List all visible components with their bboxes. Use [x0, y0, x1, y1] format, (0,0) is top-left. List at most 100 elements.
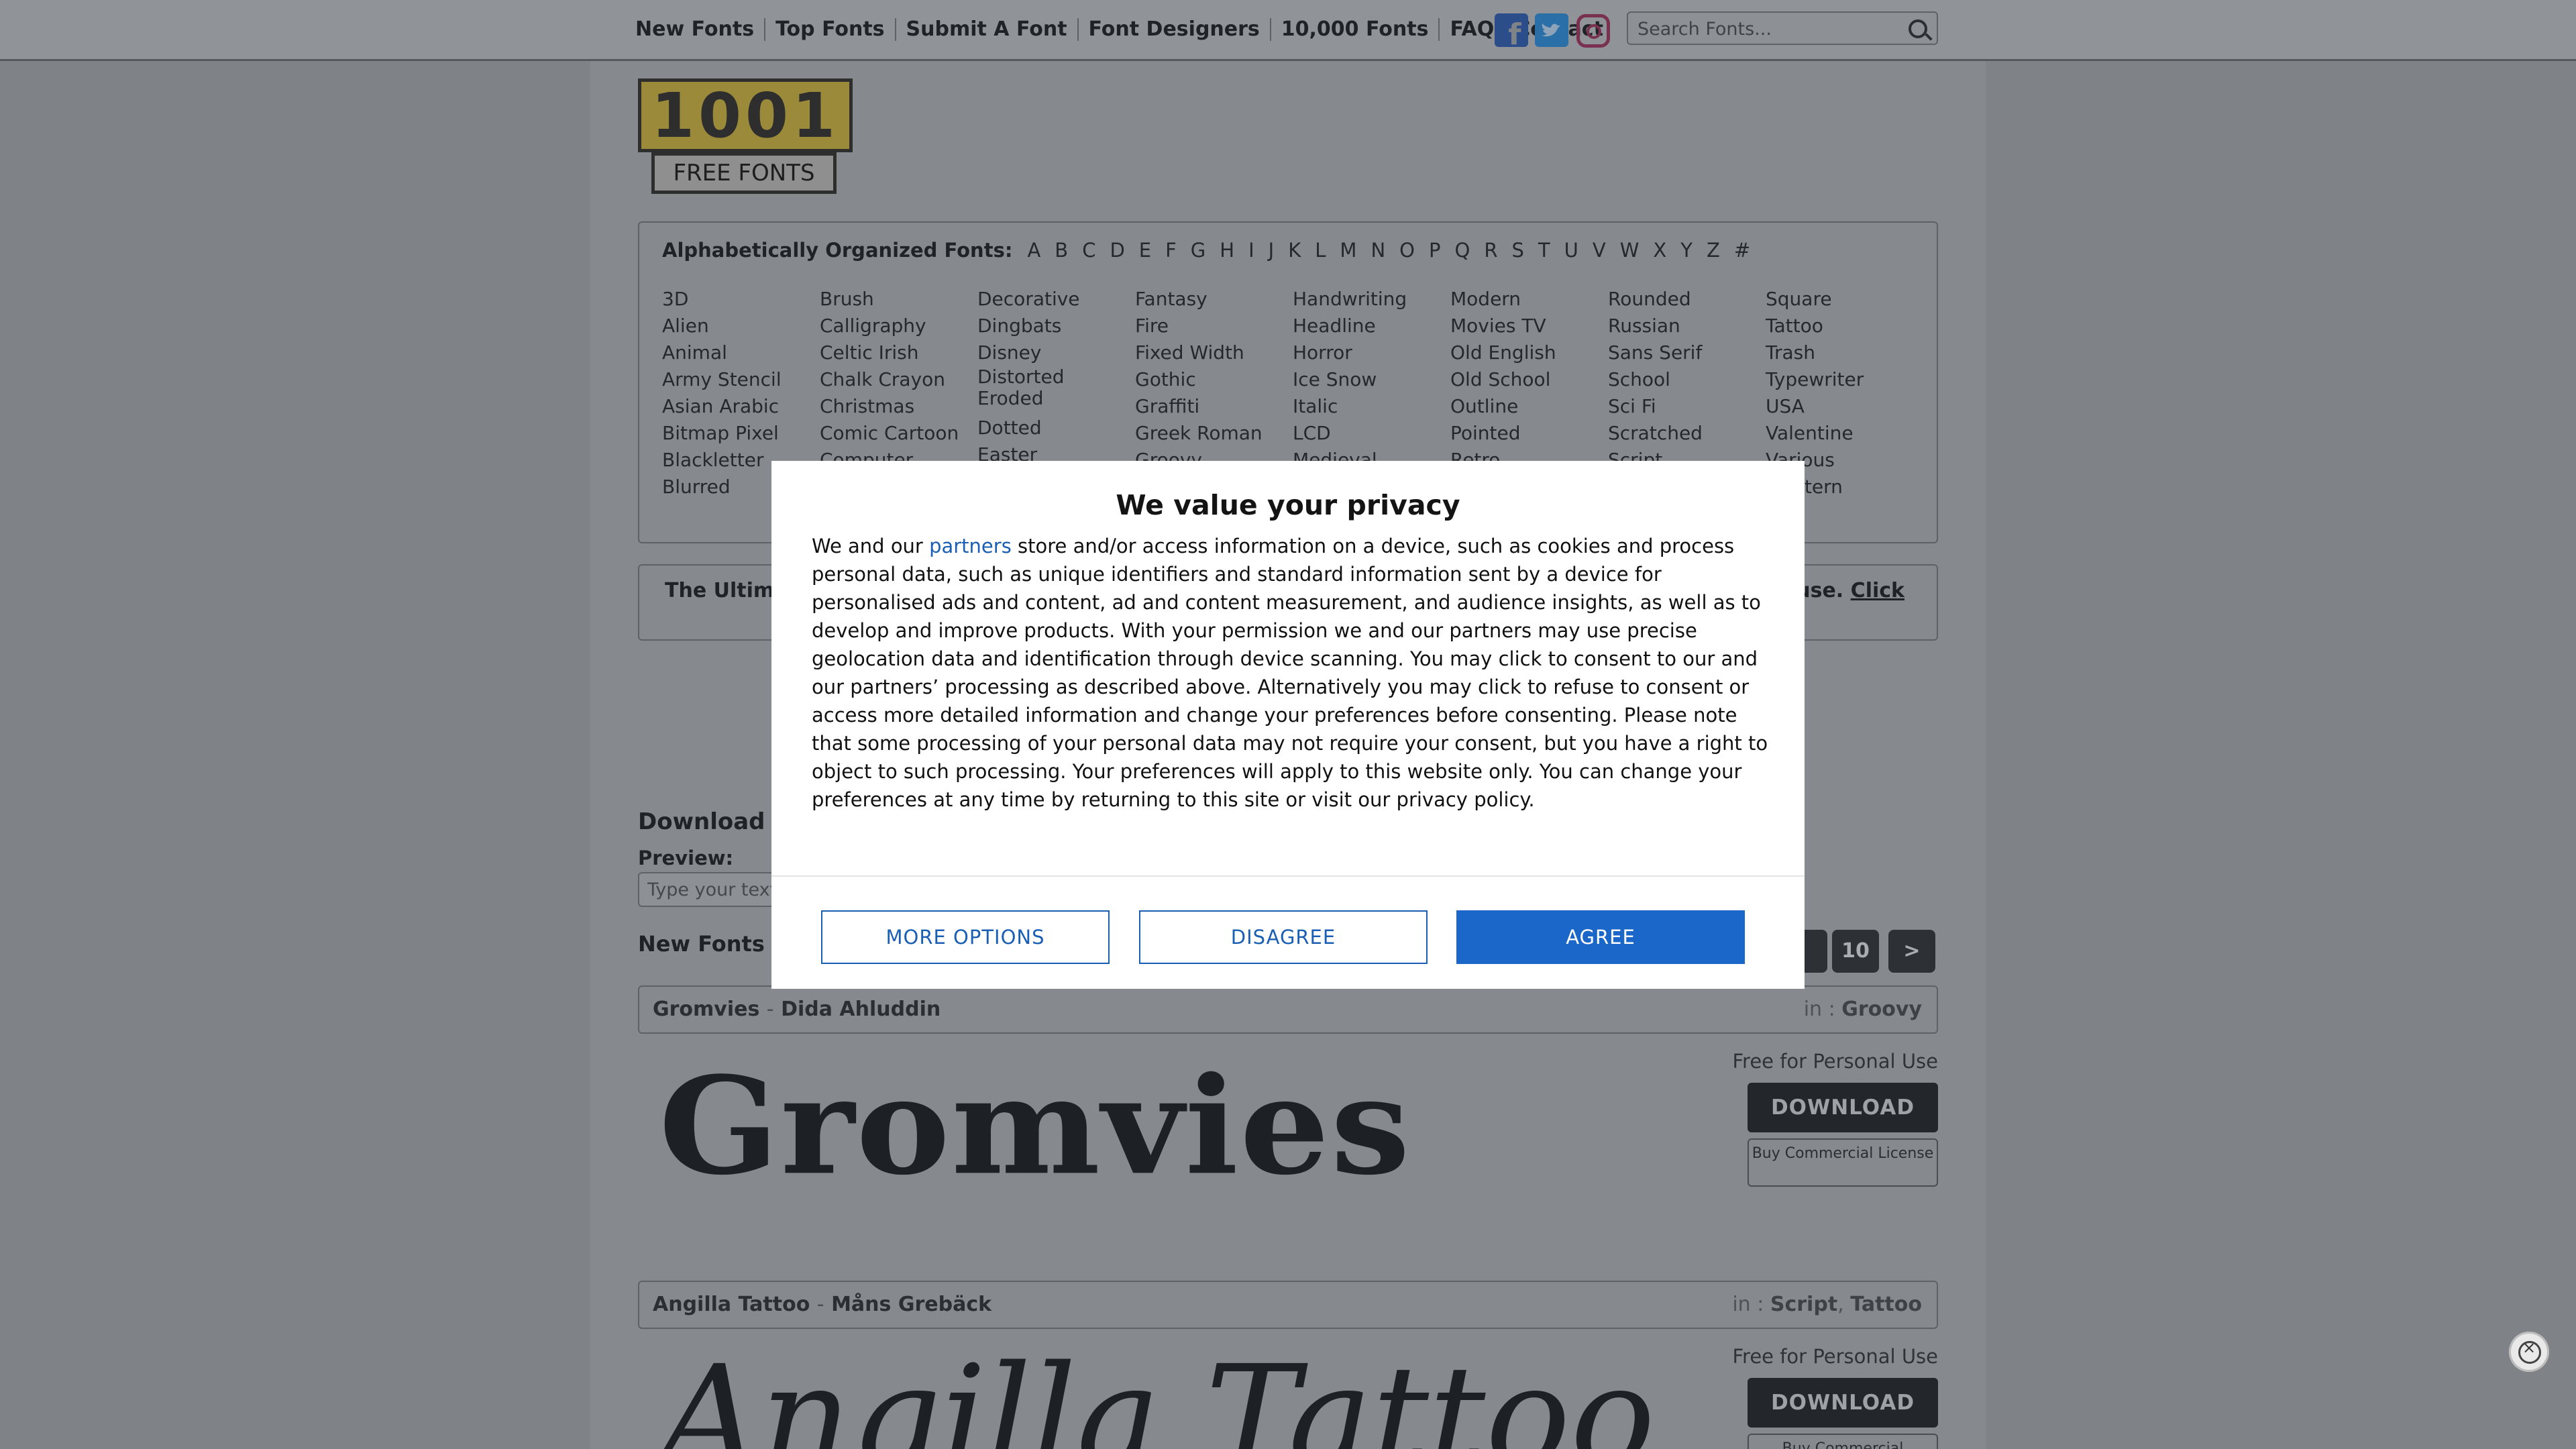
category-link[interactable]: Graffiti	[1135, 393, 1289, 420]
category-link[interactable]: Comic Cartoon	[820, 420, 974, 447]
category-link[interactable]: LCD	[1293, 420, 1447, 447]
category-link[interactable]: Brush	[820, 286, 974, 313]
font-category-link[interactable]: Groovy	[1841, 998, 1922, 1021]
alpha-letter[interactable]: E	[1139, 239, 1151, 262]
alpha-letter[interactable]: L	[1315, 239, 1326, 262]
category-link[interactable]: Sci Fi	[1608, 393, 1762, 420]
font-preview[interactable]: Angilla Tattoo	[659, 1335, 1655, 1449]
nav-submit-a-font[interactable]: Submit A Font	[896, 18, 1079, 41]
category-link[interactable]: Calligraphy	[820, 313, 974, 339]
more-options-button[interactable]: MORE OPTIONS	[821, 910, 1110, 964]
category-link[interactable]: School	[1608, 366, 1762, 393]
category-link[interactable]: Alien	[662, 313, 816, 339]
alpha-letter[interactable]: #	[1734, 239, 1750, 262]
category-link[interactable]: Chalk Crayon	[820, 366, 974, 393]
alpha-letter[interactable]: C	[1082, 239, 1095, 262]
category-link[interactable]: Dotted	[977, 415, 1112, 441]
category-link[interactable]: Distorted Eroded	[977, 366, 1078, 415]
close-ad-button[interactable]: ×	[2509, 1332, 2549, 1372]
alpha-letter[interactable]: Q	[1454, 239, 1470, 262]
alpha-letter[interactable]: X	[1653, 239, 1666, 262]
alpha-letter[interactable]: A	[1027, 239, 1040, 262]
promo-click-link[interactable]: Click	[1851, 579, 1904, 602]
nav-new-fonts[interactable]: New Fonts	[635, 18, 766, 41]
alpha-letter[interactable]: K	[1288, 239, 1301, 262]
category-link[interactable]: Square	[1766, 286, 1920, 313]
alpha-letter[interactable]: T	[1538, 239, 1550, 262]
disagree-button[interactable]: DISAGREE	[1139, 910, 1428, 964]
font-title[interactable]: Angilla Tattoo - Måns Grebäck	[653, 1293, 991, 1316]
search-input[interactable]	[1636, 17, 1894, 41]
alpha-letter[interactable]: N	[1371, 239, 1385, 262]
nav-top-fonts[interactable]: Top Fonts	[765, 18, 896, 41]
category-link[interactable]: Animal	[662, 339, 816, 366]
partners-link[interactable]: partners	[929, 535, 1012, 557]
category-link[interactable]: Typewriter	[1766, 366, 1920, 393]
category-link[interactable]: Bitmap Pixel	[662, 420, 816, 447]
category-link[interactable]: Horror	[1293, 339, 1447, 366]
alpha-letter[interactable]: S	[1511, 239, 1523, 262]
category-link[interactable]: Fixed Width	[1135, 339, 1289, 366]
category-link[interactable]: USA	[1766, 393, 1920, 420]
facebook-icon[interactable]: f	[1495, 13, 1528, 52]
category-link[interactable]: Russian	[1608, 313, 1762, 339]
category-link[interactable]: Handwriting	[1293, 286, 1447, 313]
nav-font-designers[interactable]: Font Designers	[1079, 18, 1271, 41]
category-link[interactable]: Christmas	[820, 393, 974, 420]
category-link[interactable]: Tattoo	[1766, 313, 1920, 339]
alpha-letter[interactable]: M	[1340, 239, 1356, 262]
download-button[interactable]: DOWNLOAD	[1748, 1378, 1938, 1428]
next-page-button[interactable]: >	[1888, 930, 1935, 973]
alpha-letter[interactable]: R	[1484, 239, 1497, 262]
buy-license-button[interactable]: Buy Commercial	[1748, 1434, 1938, 1449]
category-link[interactable]: Gothic	[1135, 366, 1289, 393]
category-link[interactable]: Outline	[1450, 393, 1605, 420]
font-category-link[interactable]: Script	[1770, 1293, 1837, 1316]
category-link[interactable]: Asian Arabic	[662, 393, 816, 420]
category-link[interactable]: Decorative	[977, 286, 1112, 313]
category-link[interactable]: Movies TV	[1450, 313, 1605, 339]
category-link[interactable]: Trash	[1766, 339, 1920, 366]
alpha-letter[interactable]: G	[1191, 239, 1205, 262]
font-title[interactable]: Gromvies - Dida Ahluddin	[653, 998, 941, 1021]
category-link[interactable]: Valentine	[1766, 420, 1920, 447]
category-link[interactable]: Rounded	[1608, 286, 1762, 313]
download-button[interactable]: DOWNLOAD	[1748, 1083, 1938, 1132]
nav-10000-fonts[interactable]: 10,000 Fonts	[1271, 18, 1440, 41]
twitter-icon[interactable]	[1535, 13, 1568, 47]
alpha-letter[interactable]: H	[1220, 239, 1234, 262]
alpha-letter[interactable]: B	[1055, 239, 1068, 262]
alpha-letter[interactable]: I	[1248, 239, 1254, 262]
search-icon[interactable]	[1909, 19, 1927, 38]
category-link[interactable]: 3D	[662, 286, 816, 313]
font-preview[interactable]: Gromvies	[659, 1047, 1411, 1205]
alpha-letter[interactable]: Z	[1707, 239, 1720, 262]
buy-license-button[interactable]: Buy Commercial License	[1748, 1138, 1938, 1187]
category-link[interactable]: Disney	[977, 339, 1112, 366]
category-link[interactable]: Pointed	[1450, 420, 1605, 447]
category-link[interactable]: Ice Snow	[1293, 366, 1447, 393]
alpha-letter[interactable]: Y	[1680, 239, 1693, 262]
alpha-letter[interactable]: P	[1429, 239, 1441, 262]
category-link[interactable]: Headline	[1293, 313, 1447, 339]
category-link[interactable]: Old School	[1450, 366, 1605, 393]
instagram-icon[interactable]	[1576, 14, 1610, 48]
alpha-letter[interactable]: F	[1165, 239, 1177, 262]
site-logo[interactable]: 1001 FREE FONTS	[638, 78, 853, 199]
category-link[interactable]: Fire	[1135, 313, 1289, 339]
category-link[interactable]: Italic	[1293, 393, 1447, 420]
category-link[interactable]: Dingbats	[977, 313, 1112, 339]
page-10-button[interactable]: 10	[1832, 930, 1879, 973]
category-link[interactable]: Sans Serif	[1608, 339, 1762, 366]
category-link[interactable]: Army Stencil	[662, 366, 816, 393]
category-link[interactable]: Greek Roman	[1135, 420, 1289, 447]
agree-button[interactable]: AGREE	[1456, 910, 1745, 964]
category-link[interactable]: Celtic Irish	[820, 339, 974, 366]
category-link[interactable]: Old English	[1450, 339, 1605, 366]
alpha-letter[interactable]: W	[1620, 239, 1640, 262]
alpha-letter[interactable]: V	[1593, 239, 1606, 262]
alpha-letter[interactable]: D	[1110, 239, 1124, 262]
font-category-link[interactable]: Tattoo	[1850, 1293, 1922, 1316]
alpha-letter[interactable]: U	[1564, 239, 1578, 262]
alpha-letter[interactable]: J	[1269, 239, 1275, 262]
